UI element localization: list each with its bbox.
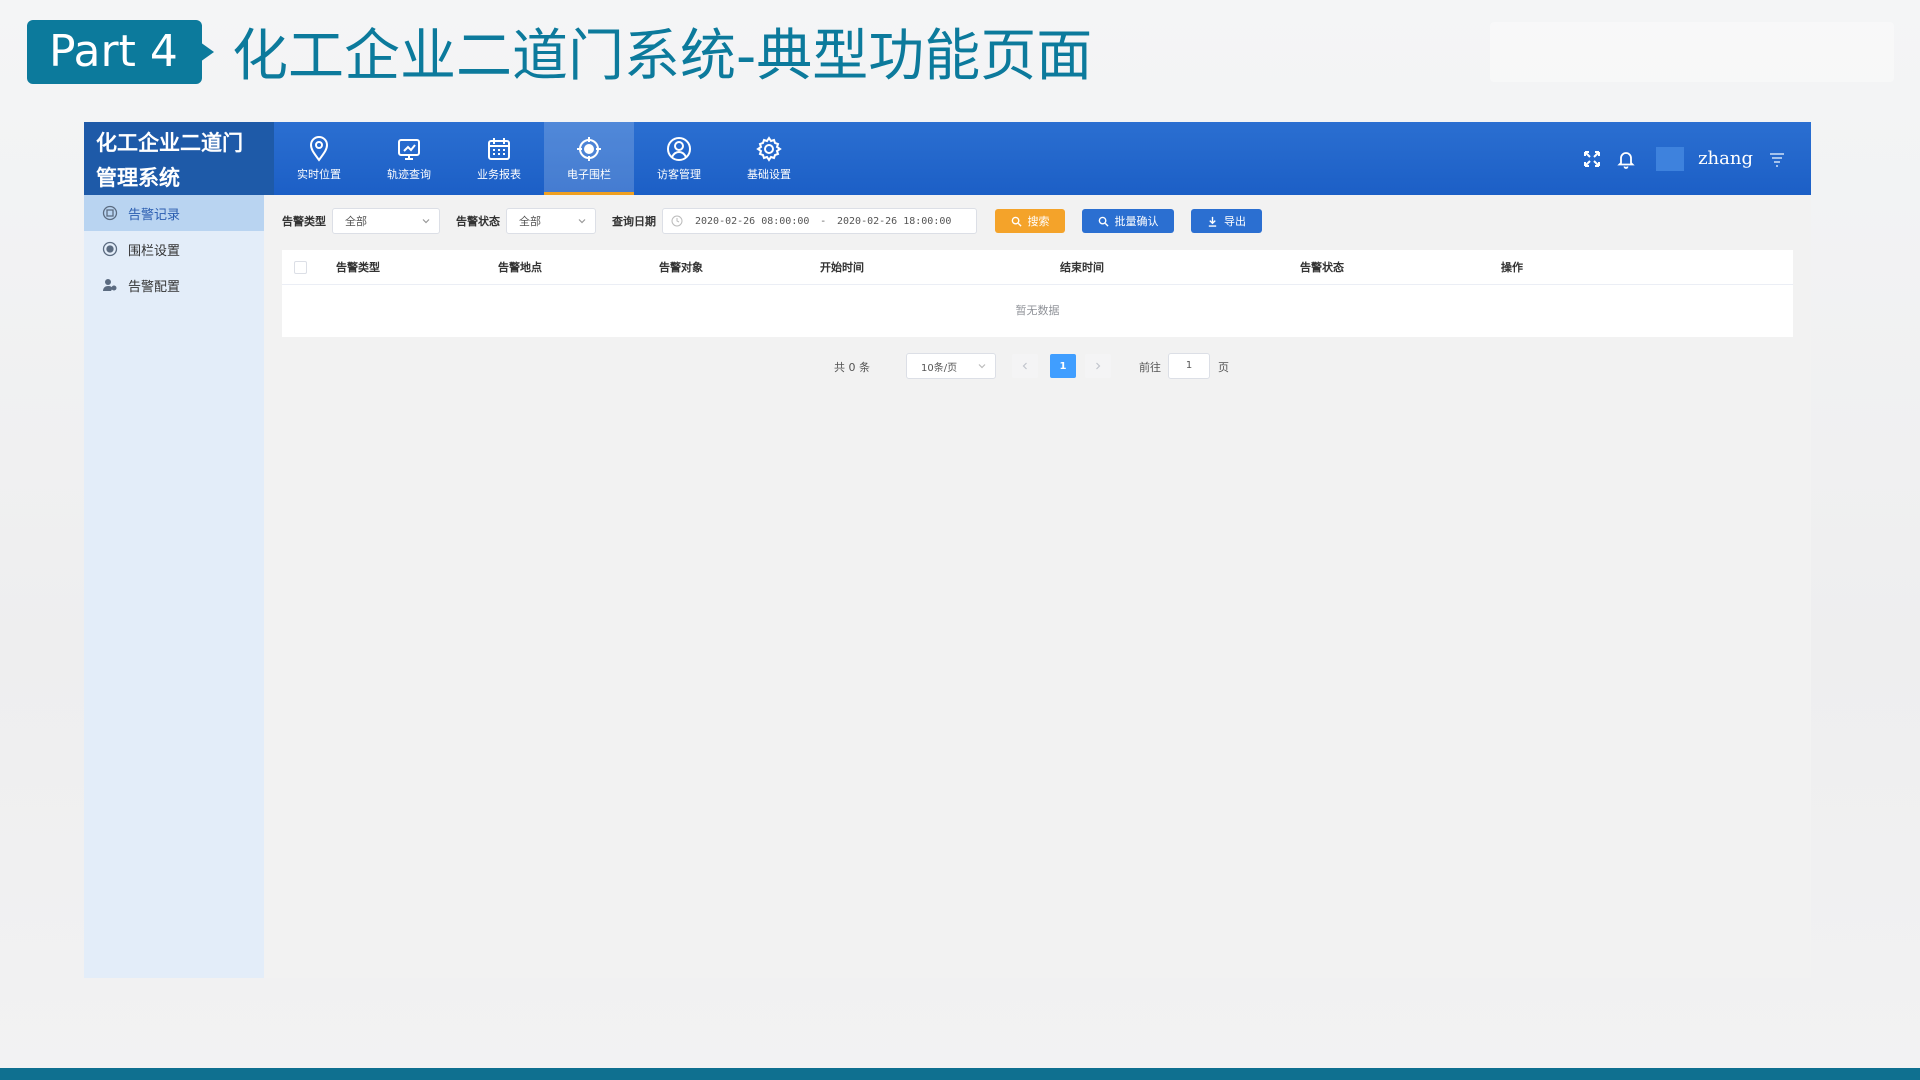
chevron-down-icon bbox=[578, 219, 586, 224]
username[interactable]: zhang bbox=[1698, 148, 1753, 169]
alarm-record-icon bbox=[102, 205, 118, 221]
main-content: 告警类型 全部 告警状态 全部 查询日期 2020-02-26 08:00:00… bbox=[264, 195, 1811, 978]
nav-label: 电子围栏 bbox=[567, 168, 611, 181]
chevron-left-icon bbox=[1022, 362, 1027, 370]
app-window: 化工企业二道门 管理系统 实时位置 轨迹查询 业务报表 电子围栏 访客管理 基础… bbox=[84, 122, 1811, 978]
date-start[interactable]: 2020-02-26 08:00:00 bbox=[695, 216, 809, 227]
export-button-label: 导出 bbox=[1224, 215, 1246, 228]
batch-confirm-button[interactable]: 批量确认 bbox=[1082, 209, 1174, 233]
logo-line-2: 管理系统 bbox=[96, 166, 180, 190]
alarm-status-select[interactable]: 全部 bbox=[506, 208, 596, 234]
sidebar-item-fence-settings[interactable]: 围栏设置 bbox=[84, 231, 264, 267]
search-button-label: 搜索 bbox=[1027, 215, 1050, 228]
nav-label: 基础设置 bbox=[747, 168, 791, 181]
badge-arrow bbox=[200, 42, 214, 62]
nav-item-basic-settings[interactable]: 基础设置 bbox=[724, 122, 814, 195]
bell-icon[interactable] bbox=[1616, 149, 1636, 169]
header-actions: zhang bbox=[1582, 122, 1787, 195]
alarm-table: 告警类型 告警地点 告警对象 开始时间 结束时间 告警状态 操作 暂无数据 bbox=[282, 250, 1793, 337]
gear-icon bbox=[756, 136, 782, 162]
next-page-button[interactable] bbox=[1085, 354, 1111, 378]
sidebar-item-label: 告警记录 bbox=[128, 207, 181, 223]
prev-page-button[interactable] bbox=[1012, 354, 1038, 378]
select-all-checkbox[interactable] bbox=[294, 261, 307, 274]
date-separator: - bbox=[821, 215, 825, 227]
fence-setting-icon bbox=[102, 241, 118, 257]
column-header[interactable]: 告警状态 bbox=[1300, 250, 1344, 285]
date-end[interactable]: 2020-02-26 18:00:00 bbox=[837, 216, 951, 227]
nav-label: 轨迹查询 bbox=[387, 168, 431, 181]
user-circle-icon bbox=[667, 137, 691, 161]
column-header[interactable]: 告警类型 bbox=[336, 250, 380, 285]
location-pin-icon bbox=[309, 136, 329, 162]
top-nav: 实时位置 轨迹查询 业务报表 电子围栏 访客管理 基础设置 bbox=[274, 122, 814, 195]
column-header[interactable]: 告警对象 bbox=[659, 250, 703, 285]
nav-item-realtime-location[interactable]: 实时位置 bbox=[274, 122, 364, 195]
column-header[interactable]: 开始时间 bbox=[820, 250, 864, 285]
page-size-value: 10条/页 bbox=[921, 362, 958, 374]
page-unit-label: 页 bbox=[1218, 361, 1229, 374]
part-badge: Part 4 bbox=[27, 20, 202, 84]
chevron-right-icon bbox=[1096, 362, 1101, 370]
column-header[interactable]: 操作 bbox=[1501, 250, 1523, 285]
batch-confirm-label: 批量确认 bbox=[1114, 215, 1159, 228]
date-range-picker[interactable]: 2020-02-26 08:00:00 - 2020-02-26 18:00:0… bbox=[662, 208, 977, 234]
title-highlight bbox=[1490, 22, 1894, 82]
nav-item-electronic-fence[interactable]: 电子围栏 bbox=[544, 122, 634, 195]
column-header[interactable]: 告警地点 bbox=[498, 250, 542, 285]
logo-line-1: 化工企业二道门 bbox=[96, 131, 243, 155]
fence-target-icon bbox=[577, 137, 601, 161]
nav-label: 访客管理 bbox=[657, 168, 701, 181]
track-monitor-icon bbox=[398, 139, 420, 160]
slide-title: 化工企业二道门系统-典型功能页面 bbox=[232, 24, 1093, 89]
column-header[interactable]: 结束时间 bbox=[1060, 250, 1104, 285]
pagination: 共 0 条 10条/页 1 前往 1 页 bbox=[264, 353, 1811, 381]
alarm-status-label: 告警状态 bbox=[456, 215, 500, 228]
chevron-down-icon bbox=[978, 364, 986, 369]
goto-page-input[interactable]: 1 bbox=[1168, 353, 1210, 379]
calendar-report-icon bbox=[488, 138, 510, 160]
alarm-status-value: 全部 bbox=[519, 215, 541, 228]
nav-label: 业务报表 bbox=[477, 168, 521, 181]
chevron-down-icon bbox=[422, 219, 430, 224]
app-logo: 化工企业二道门 管理系统 bbox=[84, 122, 274, 195]
search-button[interactable]: 搜索 bbox=[995, 209, 1065, 233]
dropdown-menu-icon[interactable] bbox=[1767, 149, 1787, 169]
app-header: 化工企业二道门 管理系统 实时位置 轨迹查询 业务报表 电子围栏 访客管理 基础… bbox=[84, 122, 1811, 195]
alarm-type-select[interactable]: 全部 bbox=[332, 208, 440, 234]
sidebar-item-alarm-config[interactable]: 告警配置 bbox=[84, 267, 264, 303]
search-icon bbox=[1011, 216, 1022, 227]
sidebar-item-alarm-records[interactable]: 告警记录 bbox=[84, 195, 264, 231]
goto-label: 前往 bbox=[1139, 361, 1161, 374]
sidebar: 告警记录 围栏设置 告警配置 bbox=[84, 195, 264, 978]
alarm-type-label: 告警类型 bbox=[282, 215, 326, 228]
export-button[interactable]: 导出 bbox=[1191, 209, 1262, 233]
filter-bar: 告警类型 全部 告警状态 全部 查询日期 2020-02-26 08:00:00… bbox=[282, 208, 1279, 234]
empty-state: 暂无数据 bbox=[1015, 304, 1060, 317]
nav-item-business-report[interactable]: 业务报表 bbox=[454, 122, 544, 195]
alarm-config-icon bbox=[103, 279, 117, 291]
clock-icon bbox=[671, 215, 683, 227]
alarm-type-value: 全部 bbox=[345, 215, 367, 228]
download-icon bbox=[1208, 216, 1217, 227]
nav-item-track-query[interactable]: 轨迹查询 bbox=[364, 122, 454, 195]
page-size-select[interactable]: 10条/页 bbox=[906, 353, 996, 379]
table-header: 告警类型 告警地点 告警对象 开始时间 结束时间 告警状态 操作 bbox=[282, 250, 1793, 285]
bottom-bar bbox=[0, 1068, 1920, 1080]
fullscreen-icon[interactable] bbox=[1582, 149, 1602, 169]
nav-item-visitor-management[interactable]: 访客管理 bbox=[634, 122, 724, 195]
sidebar-item-label: 告警配置 bbox=[128, 279, 181, 295]
avatar[interactable] bbox=[1656, 146, 1685, 171]
total-count: 共 0 条 bbox=[834, 361, 870, 374]
search-icon bbox=[1098, 216, 1109, 227]
query-date-label: 查询日期 bbox=[612, 215, 656, 228]
nav-label: 实时位置 bbox=[297, 168, 341, 181]
sidebar-item-label: 围栏设置 bbox=[128, 243, 181, 259]
page-number-current[interactable]: 1 bbox=[1050, 354, 1076, 378]
